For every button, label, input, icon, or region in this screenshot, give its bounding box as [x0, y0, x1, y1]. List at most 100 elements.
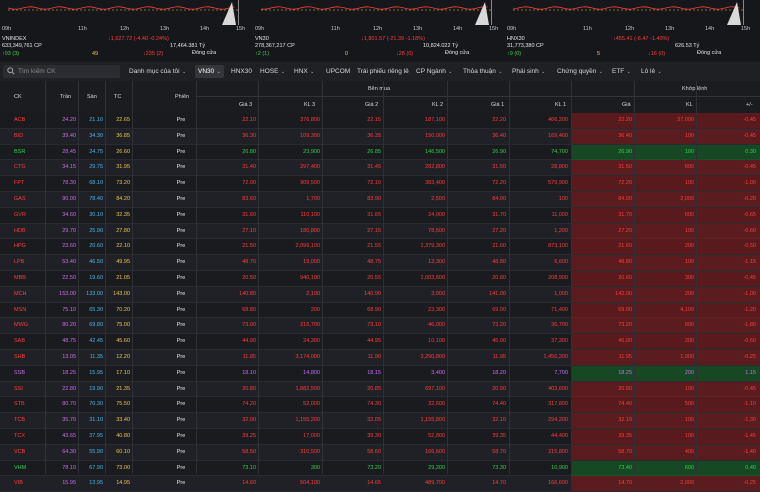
tab-hnx30[interactable]: HNX30: [231, 65, 252, 78]
cell-ck[interactable]: VCB: [14, 445, 44, 460]
col-gia3[interactable]: Giá 3: [239, 102, 252, 108]
col-kl3[interactable]: KL 3: [304, 102, 315, 108]
table-row[interactable]: HPG 23.60 20.60 22.10 Pre 21.50 2,099,100 21.55…: [0, 239, 760, 256]
cell-ck[interactable]: HDB: [14, 224, 44, 239]
cell-ck[interactable]: SSI: [14, 382, 44, 397]
cell-ck[interactable]: FPT: [14, 176, 44, 191]
col-gia[interactable]: Giá: [622, 102, 631, 108]
cell-kl2: 10,100: [428, 338, 445, 345]
col-san[interactable]: Sàn: [87, 94, 97, 100]
table-row[interactable]: MWG 80.20 69.80 75.00 Pre 73.00 216,700 73.10 46…: [0, 318, 760, 335]
cell-phien: Pre: [176, 164, 186, 171]
tab-upcom[interactable]: UPCOM: [326, 65, 350, 78]
table-row[interactable]: GAS 90.00 78.40 84.20 Pre 83.60 1,700 83.90 2,50…: [0, 192, 760, 208]
tab-chứng-quyền[interactable]: Chứng quyền ⌄: [557, 65, 603, 78]
search-box[interactable]: [3, 65, 120, 78]
index-name: HNX30: [507, 36, 525, 42]
table-row[interactable]: BID 39.40 34.30 36.85 Pre 36.30 109,300 36.35 15…: [0, 128, 760, 145]
table-row[interactable]: VHM 78.10 67.90 73.00 Pre 73.10 300 73.20 29,200…: [0, 460, 760, 477]
cell-san: 42.45: [89, 338, 103, 345]
cell-ck[interactable]: SAB: [14, 334, 44, 349]
col-gia2[interactable]: Giá 2: [365, 102, 378, 108]
tab-lô-lẻ[interactable]: Lô lẻ ⌄: [641, 65, 662, 78]
table-row[interactable]: CTG 34.15 29.75 31.95 Pre 31.40 297,400 31.45 28…: [0, 160, 760, 177]
table-row[interactable]: MCH 153.00 133.00 143.00 Pre 140.80 2,100 140.9…: [0, 286, 760, 303]
col-kl2[interactable]: KL 2: [432, 102, 443, 108]
cell-ck[interactable]: GAS: [14, 192, 44, 207]
table-row[interactable]: FPT 78.30 68.10 73.20 Pre 72.00 909,500 72.10 38…: [0, 176, 760, 192]
cell-ck[interactable]: GVR: [14, 208, 44, 223]
cell-ck[interactable]: BSR: [14, 145, 44, 160]
table-row[interactable]: BSR 28.45 24.75 26.60 Pre 26.80 23,900 26.85 146…: [0, 144, 760, 161]
cell-ck[interactable]: LPB: [14, 255, 44, 270]
table-row[interactable]: TCX 43.65 37.95 40.80 Pre 39.25 17,000 39.30 52,…: [0, 429, 760, 445]
cell-ck[interactable]: MWG: [14, 318, 44, 333]
tab-phái-sinh[interactable]: Phái sinh ⌄: [512, 65, 545, 78]
index-panel-hnx30[interactable]: 09h 11h 12h 13h 14h 15h HNX30 ↓455.41 (-6.47 -1…: [505, 0, 755, 62]
table-row[interactable]: GVR 34.60 30.10 32.35 Pre 31.60 110,100 31.65 24…: [0, 207, 760, 224]
tab-hose[interactable]: HOSE ⌄: [260, 65, 285, 78]
cell-ck[interactable]: ACB: [14, 113, 44, 128]
cell-tc: 27.80: [116, 227, 130, 234]
cell-g2: 21.55: [367, 243, 381, 250]
tab-hnx[interactable]: HNX ⌄: [294, 65, 314, 78]
cell-ck[interactable]: VIB: [14, 476, 44, 491]
tab-cp-ngành[interactable]: CP Ngành ⌄: [416, 65, 452, 78]
col-gia1[interactable]: Giá 1: [491, 102, 504, 108]
col-kl[interactable]: KL: [686, 102, 693, 108]
table-row[interactable]: SSB 18.25 15.95 17.10 Pre 18.10 14,800 18.15 3,4…: [0, 365, 760, 382]
tab-etf[interactable]: ETF ⌄: [612, 65, 631, 78]
tab-label: HNX: [294, 68, 308, 75]
col-ck[interactable]: CK: [14, 94, 22, 100]
cell-ck[interactable]: TCX: [14, 429, 44, 444]
table-row[interactable]: SAB 48.75 42.45 45.60 Pre 44.90 24,300 44.95 10,…: [0, 334, 760, 350]
table-row[interactable]: VIB 15.95 13.95 14.95 Pre 14.60 504,100 14.65 48…: [0, 476, 760, 492]
time-tick: 09h: [2, 26, 12, 32]
cell-tc: 22.10: [116, 243, 130, 250]
table-row[interactable]: HDB 29.70 25.90 27.80 Pre 27.10 180,800 27.15 78…: [0, 223, 760, 240]
cell-g1: 48.80: [492, 259, 506, 266]
chevron-down-icon: ⌄: [308, 69, 315, 75]
index-panel-vnindex[interactable]: 09h 11h 12h 13h 14h 15h VNINDEX ↓1,627.72 (-4.4…: [0, 0, 250, 62]
table-row[interactable]: VCB 64.30 55.90 60.10 Pre 58.50 310,500 58.60 16…: [0, 444, 760, 461]
tab-trái-phiếu-riêng-lẻ[interactable]: Trái phiếu riêng lẻ: [357, 65, 409, 78]
time-tick: 11h: [583, 26, 592, 32]
col-pm[interactable]: +/-: [746, 102, 753, 108]
tab-thỏa-thuận[interactable]: Thỏa thuận ⌄: [463, 65, 502, 78]
table-row[interactable]: TCB 35.70 31.10 33.40 Pre 32.00 1,155,200 32.05…: [0, 413, 760, 429]
cell-g2: 20.85: [367, 385, 381, 392]
cell-kl2: 1,003,600: [420, 275, 445, 281]
cell-pm: -0.20: [743, 196, 756, 202]
col-phien[interactable]: Phiên: [175, 94, 189, 100]
col-kl1[interactable]: KL 1: [555, 102, 566, 108]
index-panel-vn30[interactable]: 09h 11h 12h 13h 14h 15h VN30 ↓1,801.57 (-21.39 …: [253, 0, 503, 62]
col-tran[interactable]: Trần: [60, 94, 71, 100]
cell-ck[interactable]: TCB: [14, 413, 44, 428]
tab-danh-mục-của-tôi[interactable]: Danh mục của tôi ⌄: [129, 65, 186, 78]
cell-pm: -0.50: [743, 243, 756, 250]
cell-ck[interactable]: SHB: [14, 350, 44, 365]
tab-vn30[interactable]: VN30 ⌄: [195, 65, 224, 78]
table-row[interactable]: SSI 22.80 19.90 21.35 Pre 20.80 1,882,500 20.85…: [0, 381, 760, 398]
cell-g2: 11.90: [367, 354, 381, 360]
search-input[interactable]: [18, 65, 116, 78]
cell-ck[interactable]: STB: [14, 397, 44, 412]
table-row[interactable]: SHB 13.05 11.35 12.20 Pre 11.85 3,174,000 11.90…: [0, 350, 760, 366]
col-tc[interactable]: TC: [114, 94, 121, 100]
cell-gia: 73.20: [618, 322, 632, 329]
cell-ck[interactable]: HPG: [14, 239, 44, 254]
table-row[interactable]: LPB 53.40 46.50 49.95 Pre 48.70 19,000 48.75 13,…: [0, 255, 760, 271]
cell-ck[interactable]: MSN: [14, 303, 44, 318]
table-row[interactable]: STB 80.70 70.30 75.50 Pre 74.20 52,000 74.30 32,…: [0, 397, 760, 414]
cell-g3: 44.90: [242, 338, 256, 345]
cell-ck[interactable]: BID: [14, 129, 44, 144]
cell-ck[interactable]: MCH: [14, 287, 44, 302]
cell-ck[interactable]: SSB: [14, 366, 44, 381]
cell-kl1: 7,700: [554, 369, 568, 376]
table-row[interactable]: MSN 75.10 65.30 70.20 Pre 68.80 200 68.90 23,300…: [0, 302, 760, 319]
cell-ck[interactable]: VHM: [14, 461, 44, 476]
cell-ck[interactable]: MBB: [14, 271, 44, 286]
table-row[interactable]: MBB 22.50 19.60 21.05 Pre 20.50 940,100 20.55 1,…: [0, 271, 760, 287]
table-row[interactable]: ACB 24.20 21.10 22.65 Pre 22.10 376,800 22.15 18…: [0, 113, 760, 129]
cell-ck[interactable]: CTG: [14, 160, 44, 175]
